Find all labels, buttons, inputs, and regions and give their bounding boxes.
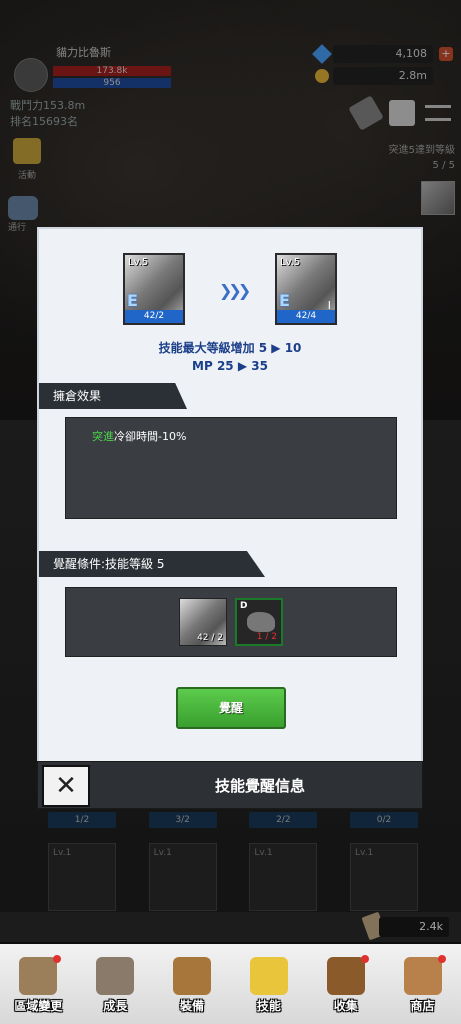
nav-item-growth[interactable]: 成長 [80, 957, 150, 1014]
close-button[interactable]: ✕ [42, 765, 90, 807]
material-grade: D [240, 601, 248, 611]
material-count: 42 / 2 [197, 633, 223, 643]
skill-count: 42/4 [277, 310, 335, 323]
game-screen: 貓力比魯斯 173.8k 956 戰鬥力153.8m 排名15693名 活動 通… [0, 0, 461, 1024]
stone-icon [247, 612, 275, 632]
nav-label: 成長 [103, 999, 128, 1013]
effect-value: 冷卻時間-10% [114, 430, 187, 443]
effect-panel: 突進冷卻時間-10% [65, 417, 397, 519]
awaken-dialog: Lv.5 E 42/2 ❯❯❯ Lv.5 E I 42/4 技能最大等級增加 5… [37, 227, 423, 763]
effect-skill-name: 突進 [92, 430, 114, 443]
material-count: 1 / 2 [256, 632, 277, 642]
nav-item-shop[interactable]: 商店 [388, 955, 458, 1014]
nav-label: 商店 [410, 999, 435, 1013]
skill-level: Lv.5 [128, 257, 149, 268]
upgrade-arrow-icon: ❯❯❯ [219, 281, 251, 300]
nav-label: 區域變更 [14, 999, 63, 1013]
materials-panel: 42 / 2 D 1 / 2 [65, 587, 397, 657]
skill-icon [249, 957, 288, 995]
notification-dot [53, 955, 62, 963]
skill-count: 42/2 [125, 310, 183, 323]
current-skill-card: Lv.5 E 42/2 [123, 253, 185, 325]
bottom-nav: 區域變更 成長 裝備 技能 收集 商店 [0, 944, 461, 1024]
nav-label: 技能 [256, 999, 281, 1013]
awakened-skill-card: Lv.5 E I 42/4 [275, 253, 337, 325]
material-stone-slot[interactable]: D 1 / 2 [235, 598, 283, 646]
effect-text: 突進冷卻時間-10% [92, 428, 186, 444]
growth-icon [96, 957, 135, 995]
notification-dot [360, 955, 369, 963]
collection-icon [326, 957, 365, 995]
nav-item-skill[interactable]: 技能 [234, 957, 304, 1014]
dialog-title: 技能覺醒信息 [214, 777, 305, 795]
material-skill-slot[interactable]: 42 / 2 [179, 598, 227, 646]
effect-header: 擁倉效果 [39, 383, 187, 409]
nav-item-area-change[interactable]: 區域變更 [3, 955, 73, 1014]
max-level-desc: 技能最大等級增加 5 ▶ 10 [158, 341, 302, 355]
shop-icon [403, 957, 442, 995]
skill-grade: E [279, 291, 290, 310]
skill-grade: E [127, 291, 138, 310]
skill-level: Lv.5 [280, 257, 301, 268]
nav-item-collection[interactable]: 收集 [311, 955, 381, 1014]
mp-desc: MP 25 ▶ 35 [192, 359, 268, 373]
condition-header: 覺醒條件:技能等級 5 [39, 551, 265, 577]
map-icon [19, 957, 58, 995]
nav-label: 裝備 [180, 999, 205, 1013]
equipment-icon [173, 957, 212, 995]
awaken-button[interactable]: 覺醒 [176, 687, 286, 729]
nav-label: 收集 [333, 999, 358, 1013]
notification-dot [437, 955, 446, 963]
dialog-title-bar: ✕ 技能覺醒信息 [37, 761, 423, 809]
nav-item-equipment[interactable]: 裝備 [157, 957, 227, 1014]
